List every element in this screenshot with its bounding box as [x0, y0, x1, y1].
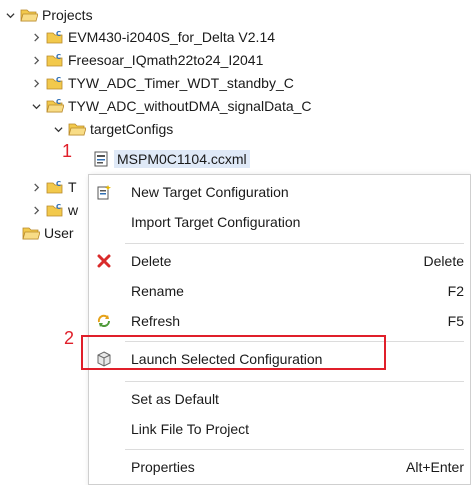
menu-label: Link File To Project	[131, 421, 250, 437]
svg-text:C: C	[56, 203, 61, 211]
menu-label: Rename	[131, 283, 184, 299]
chevron-down-icon[interactable]	[4, 8, 16, 22]
tree-folder-user[interactable]: User	[22, 222, 74, 244]
svg-text:C: C	[56, 98, 61, 106]
tree-root-projects[interactable]: Projects	[4, 4, 93, 26]
menu-shortcut: Alt+Enter	[406, 459, 464, 475]
open-folder-icon	[68, 121, 86, 137]
menu-label: Delete	[131, 253, 172, 269]
tree-project-tyw-dma[interactable]: C TYW_ADC_withoutDMA_signalData_C	[30, 95, 312, 117]
menu-separator	[125, 381, 464, 382]
tree-project-freesoar[interactable]: C Freesoar_IQmath22to24_I2041	[30, 49, 263, 71]
menu-shortcut: F5	[447, 313, 464, 329]
project-folder-icon: C	[46, 75, 64, 91]
delete-icon	[95, 252, 113, 270]
tree-folder-targetconfigs[interactable]: targetConfigs	[52, 118, 173, 140]
project-folder-open-icon: C	[46, 98, 64, 114]
chevron-right-icon[interactable]	[30, 30, 42, 44]
chevron-down-icon[interactable]	[52, 122, 64, 136]
menu-shortcut: F2	[447, 283, 464, 299]
open-folder-icon	[20, 7, 38, 23]
menu-item-import-target-configuration[interactable]: Import Target Configuration	[89, 207, 470, 237]
menu-item-new-target-configuration[interactable]: New Target Configuration	[89, 177, 470, 207]
tree-project-evm430[interactable]: C EVM430-i2040S_for_Delta V2.14	[30, 26, 275, 48]
chevron-down-icon[interactable]	[30, 99, 42, 113]
open-folder-icon	[22, 225, 40, 241]
tree-project-label: TYW_ADC_withoutDMA_signalData_C	[68, 98, 312, 114]
menu-item-properties[interactable]: Properties Alt+Enter	[89, 452, 470, 482]
menu-separator	[125, 449, 464, 450]
menu-item-link-file-to-project[interactable]: Link File To Project	[89, 414, 470, 444]
chevron-right-icon[interactable]	[30, 203, 42, 217]
tree-project-label: T	[68, 179, 77, 195]
tree-project-partial-t[interactable]: C T	[30, 176, 77, 198]
menu-item-set-as-default[interactable]: Set as Default	[89, 384, 470, 414]
tree-file-ccxml[interactable]: MSPM0C1104.ccxml	[92, 148, 250, 170]
svg-text:C: C	[56, 53, 61, 61]
chevron-right-icon[interactable]	[30, 180, 42, 194]
project-folder-icon: C	[46, 179, 64, 195]
project-folder-icon: C	[46, 29, 64, 45]
project-folder-icon: C	[46, 202, 64, 218]
svg-text:C: C	[56, 30, 61, 38]
menu-label: Properties	[131, 459, 195, 475]
context-menu: New Target Configuration Import Target C…	[88, 174, 471, 485]
annotation-highlight-box	[81, 335, 386, 370]
tree-project-partial-w[interactable]: C w	[30, 199, 78, 221]
menu-label: New Target Configuration	[131, 184, 289, 200]
tree-folder-label: User	[44, 225, 74, 241]
tree-file-label: MSPM0C1104.ccxml	[114, 150, 250, 168]
tree-project-label: Freesoar_IQmath22to24_I2041	[68, 52, 264, 68]
menu-item-refresh[interactable]: Refresh F5	[89, 306, 470, 336]
menu-label: Refresh	[131, 313, 181, 329]
annotation-2: 2	[64, 328, 75, 348]
menu-label: Set as Default	[131, 391, 219, 407]
svg-text:C: C	[56, 76, 61, 84]
refresh-icon	[95, 312, 113, 330]
config-file-icon	[92, 151, 110, 167]
tree-folder-label: targetConfigs	[90, 121, 174, 137]
tree-project-label: TYW_ADC_Timer_WDT_standby_C	[68, 75, 294, 91]
menu-item-rename[interactable]: Rename F2	[89, 276, 470, 306]
tree-project-label: EVM430-i2040S_for_Delta V2.14	[68, 29, 276, 45]
menu-shortcut: Delete	[423, 253, 464, 269]
project-folder-icon: C	[46, 52, 64, 68]
menu-item-delete[interactable]: Delete Delete	[89, 246, 470, 276]
tree-root-label: Projects	[42, 7, 93, 23]
tree-project-tyw-timer[interactable]: C TYW_ADC_Timer_WDT_standby_C	[30, 72, 294, 94]
annotation-1: 1	[62, 141, 73, 161]
menu-label: Import Target Configuration	[131, 214, 301, 230]
menu-separator	[125, 243, 464, 244]
svg-text:C: C	[56, 180, 61, 188]
chevron-right-icon[interactable]	[30, 53, 42, 67]
chevron-right-icon[interactable]	[30, 76, 42, 90]
tree-project-label: w	[68, 202, 79, 218]
new-config-icon	[95, 183, 113, 201]
